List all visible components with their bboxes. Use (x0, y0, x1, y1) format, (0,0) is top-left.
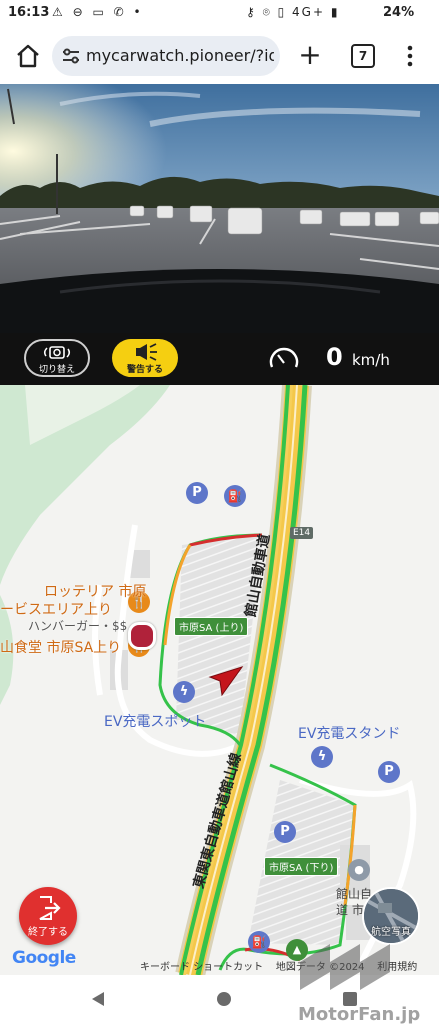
sa-down-label[interactable]: 市原SA (下り) (264, 857, 339, 876)
switch-camera-button[interactable]: 切り替え (24, 339, 90, 377)
poi-lotteria-name[interactable]: ロッテリア 市原 (44, 581, 146, 601)
map-pin-icon[interactable]: ● (348, 859, 370, 881)
location-marker-icon[interactable] (128, 622, 156, 650)
browser-menu-button[interactable] (404, 42, 416, 70)
camera-switch-icon (43, 346, 71, 359)
dashcam-frame (0, 84, 439, 333)
back-icon[interactable] (88, 989, 108, 1009)
speedometer-icon (269, 347, 299, 368)
parking-icon-2[interactable]: P (378, 761, 400, 783)
watermark-logo: MotorFan.jp (298, 944, 420, 1024)
ev-charging-icon[interactable]: ϟ (173, 681, 195, 703)
warn-button[interactable]: 警告する (112, 339, 178, 377)
svg-text:MotorFan.jp: MotorFan.jp (298, 1004, 420, 1024)
poi-lotteria-area[interactable]: ービスエリア上り (0, 599, 112, 619)
status-system-icons: ⚷ ⌾ ▯ 4G+ ▮ (246, 5, 340, 19)
battery-level: 24% (383, 5, 415, 20)
poi-ev-stand[interactable]: EV充電スタンド (298, 723, 400, 743)
sa-up-label[interactable]: 市原SA (上り) (174, 617, 249, 636)
keyboard-shortcuts-link[interactable]: キーボード ショートカット (140, 962, 263, 973)
google-logo-text: Google (12, 948, 76, 968)
network-type: 4G+ (292, 5, 326, 19)
horn-icon (136, 343, 157, 361)
tab-switcher-button[interactable]: 7 (351, 44, 375, 68)
more-vert-icon (407, 45, 413, 67)
route-shield: E14 (290, 527, 314, 539)
parking-icon[interactable]: P (186, 482, 208, 504)
poi-shokudo[interactable]: 山食堂 市原SA上り (0, 637, 121, 657)
gas-station-icon[interactable]: ⛽ (224, 485, 246, 507)
aerial-label: 航空写真 (371, 927, 411, 938)
ev-charging-icon-2[interactable]: ϟ (311, 746, 333, 768)
home-nav-icon[interactable] (217, 992, 231, 1006)
browser-toolbar: mycarwatch.pioneer/?id= + 7 (0, 28, 439, 84)
gas-station-icon-2[interactable]: ⛽ (248, 931, 270, 953)
new-tab-button[interactable]: + (296, 41, 324, 69)
map-view[interactable]: E14 館山自動車道 東関東自動車道館山線 P ⛽ 🍴 🍴 ϟ ϟ P P ⛽ … (0, 385, 439, 975)
status-time: 16:13 (8, 5, 50, 20)
end-label: 終了する (28, 927, 68, 938)
aerial-photo-button[interactable]: 航空写真 (362, 887, 420, 945)
status-bar: 16:13 ⚠ ⊖ ▭ ✆ • ⚷ ⌾ ▯ 4G+ ▮ 24% (0, 0, 439, 28)
poi-ev-spot[interactable]: EV充電スポット (104, 711, 206, 731)
url-text[interactable]: mycarwatch.pioneer/?id= (86, 46, 274, 65)
switch-label: 切り替え (38, 365, 75, 375)
speed-unit: km/h (352, 351, 390, 369)
address-bar[interactable]: mycarwatch.pioneer/?id= (52, 36, 280, 76)
parking-icon-3[interactable]: P (274, 821, 296, 843)
exit-icon (39, 896, 61, 920)
site-settings-icon[interactable] (62, 48, 80, 64)
end-button[interactable]: 終了する (19, 887, 77, 945)
poi-lotteria-category: ハンバーガー・$$ (28, 619, 128, 633)
dashcam-video (0, 84, 439, 333)
vehicle-arrow-icon (208, 666, 244, 697)
warn-label: 警告する (126, 365, 163, 375)
home-button[interactable] (14, 42, 42, 70)
home-icon (17, 44, 39, 68)
speed-value: 0 (326, 343, 343, 371)
control-bar: 切り替え 警告する 0 km/h (0, 333, 439, 385)
google-logo: Google (12, 948, 76, 968)
status-notification-icons: ⚠ ⊖ ▭ ✆ • (52, 5, 144, 19)
